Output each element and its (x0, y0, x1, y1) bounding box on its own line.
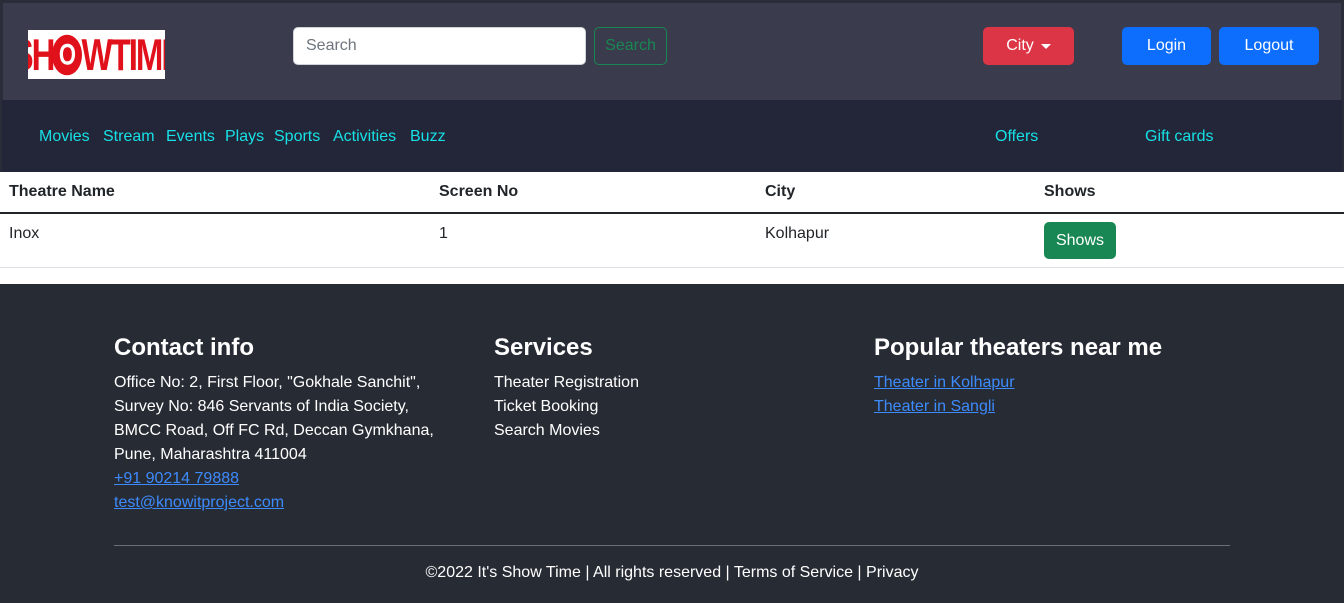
cell-screen-no: 1 (439, 225, 448, 242)
showtime-logo[interactable]: SHOWTIME (28, 30, 165, 79)
nav-stream[interactable]: Stream (103, 127, 155, 147)
cell-city: Kolhapur (765, 225, 830, 242)
search-button[interactable]: Search (594, 27, 667, 65)
nav-sports[interactable]: Sports (274, 127, 320, 147)
popular-heading: Popular theaters near me (874, 334, 1163, 361)
table-header-divider (0, 212, 1344, 214)
nav-buzz[interactable]: Buzz (410, 127, 446, 147)
nav-offers[interactable]: Offers (995, 127, 1038, 147)
service-ticket-booking[interactable]: Ticket Booking (494, 395, 639, 419)
copyright-text: ©2022 It's Show Time | All rights reserv… (425, 564, 919, 581)
search-input[interactable] (293, 27, 586, 65)
footer-popular-theaters: Popular theaters near me Theater in Kolh… (874, 334, 1162, 419)
header-theatre-name: Theatre Name (9, 183, 115, 200)
nav-plays[interactable]: Plays (225, 127, 264, 147)
header-shows: Shows (1044, 183, 1096, 200)
city-button-label: City (1006, 37, 1034, 54)
city-dropdown-button[interactable]: City (983, 27, 1074, 65)
logout-button[interactable]: Logout (1219, 27, 1319, 65)
category-navbar: Movies Stream Events Plays Sports Activi… (0, 100, 1344, 172)
footer-divider (114, 545, 1230, 546)
header-city: City (765, 183, 796, 200)
address-line: Pune, Maharashtra 411004 (114, 446, 307, 463)
footer-contact: Contact info Office No: 2, First Floor, … (114, 334, 434, 515)
logo-wordmark: SHOWTIME (28, 30, 165, 79)
footer: Contact info Office No: 2, First Floor, … (0, 284, 1344, 603)
address-line: Office No: 2, First Floor, "Gokhale Sanc… (114, 374, 421, 391)
nav-events[interactable]: Events (166, 127, 215, 147)
header-screen-no: Screen No (439, 183, 519, 200)
nav-activities[interactable]: Activities (333, 127, 396, 147)
link-theater-sangli[interactable]: Theater in Sangli (874, 395, 1162, 419)
shows-button[interactable]: Shows (1044, 222, 1116, 259)
table-row-divider (0, 267, 1344, 268)
service-theater-registration[interactable]: Theater Registration (494, 371, 639, 395)
services-heading: Services (494, 334, 593, 361)
contact-heading: Contact info (114, 334, 254, 361)
login-button[interactable]: Login (1122, 27, 1211, 65)
phone-link[interactable]: +91 90214 79888 (114, 467, 434, 491)
caret-down-icon (1040, 43, 1051, 49)
nav-movies[interactable]: Movies (39, 127, 90, 147)
service-search-movies[interactable]: Search Movies (494, 419, 639, 443)
address-line: BMCC Road, Off FC Rd, Deccan Gymkhana, (114, 422, 434, 439)
footer-services: Services Theater Registration Ticket Boo… (494, 334, 639, 443)
link-theater-kolhapur[interactable]: Theater in Kolhapur (874, 371, 1162, 395)
cell-theatre-name: Inox (9, 225, 40, 242)
nav-gift-cards[interactable]: Gift cards (1145, 127, 1213, 147)
email-link[interactable]: test@knowitproject.com (114, 491, 434, 515)
address-line: Survey No: 846 Servants of India Society… (114, 398, 409, 415)
